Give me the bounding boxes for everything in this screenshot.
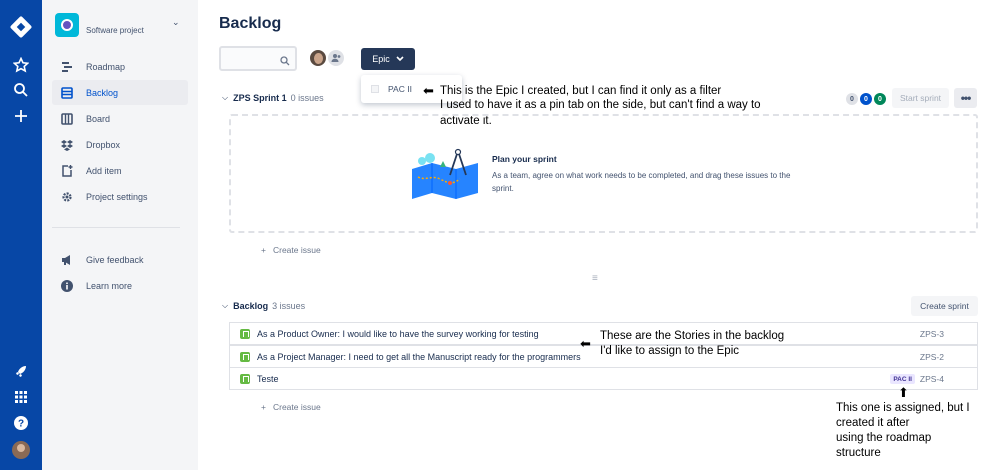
annotation-arrow-left-icon: ⬅ — [580, 336, 591, 351]
sprint-header[interactable]: ⌵ ZPS Sprint 1 0 issues — [222, 93, 324, 103]
done-count-badge: 0 — [874, 93, 886, 105]
issue-key[interactable]: ZPS-3 — [920, 329, 944, 339]
sidebar-item-project-settings[interactable]: Project settings — [52, 184, 188, 209]
create-plus-icon[interactable] — [11, 106, 31, 126]
search-icon — [280, 53, 290, 66]
plan-sprint-description: As a team, agree on what work needs to b… — [492, 171, 791, 193]
issue-key[interactable]: ZPS-2 — [920, 352, 944, 362]
sidebar-item-label: Board — [86, 113, 111, 124]
plus-icon: + — [261, 402, 266, 412]
app-switcher-icon[interactable] — [11, 387, 31, 407]
annotation-assigned-line3: using the roadmap — [836, 432, 932, 444]
megaphone-icon — [60, 253, 74, 267]
annotation-arrow-up-icon: ⬆ — [898, 385, 909, 400]
plan-sprint-title: Plan your sprint — [492, 154, 557, 164]
issue-summary: As a Project Manager: I need to get all … — [257, 351, 581, 362]
svg-text:?: ? — [18, 419, 24, 430]
help-icon[interactable]: ? — [11, 413, 31, 433]
plus-icon: + — [261, 245, 266, 255]
annotation-assigned-line1: This one is assigned, but I — [836, 402, 970, 414]
project-avatar[interactable] — [55, 13, 79, 37]
backlog-issue-count: 3 issues — [272, 301, 306, 311]
epic-option-label[interactable]: PAC II — [388, 84, 412, 94]
sidebar-item-backlog[interactable]: Backlog — [52, 80, 188, 105]
chevron-down-icon — [396, 54, 404, 64]
sidebar-item-board[interactable]: Board — [52, 106, 188, 131]
start-sprint-button[interactable]: Start sprint — [892, 88, 949, 108]
table-row[interactable]: Teste PAC II ZPS-4 — [229, 367, 978, 390]
rocket-icon[interactable] — [11, 361, 31, 381]
plan-sprint-illustration — [410, 147, 480, 199]
backlog-icon — [60, 86, 74, 100]
sidebar-item-label: Backlog — [86, 87, 119, 98]
sidebar-item-label: Roadmap — [86, 61, 126, 72]
in-progress-count-badge: 0 — [860, 93, 872, 105]
sidebar-item-roadmap[interactable]: Roadmap — [52, 54, 188, 79]
sidebar-divider — [52, 227, 180, 228]
chevron-down-icon[interactable]: ⌄ — [172, 17, 180, 28]
issue-summary: As a Product Owner: I would like to have… — [257, 328, 539, 339]
annotation-stories-line1: These are the Stories in the backlog — [600, 330, 785, 342]
page-title: Backlog — [219, 15, 282, 32]
annotation-epic-line1: This is the Epic I created, but I can fi… — [440, 85, 722, 97]
sprint-name: ZPS Sprint 1 — [233, 93, 287, 103]
search-icon[interactable] — [11, 80, 31, 100]
backlog-header[interactable]: ⌵ Backlog 3 issues — [222, 301, 305, 311]
annotation-stories-line2: I'd like to assign to the Epic — [600, 345, 739, 357]
backlog-name: Backlog — [233, 301, 269, 311]
settings-icon — [60, 190, 74, 204]
roadmap-icon — [60, 60, 74, 74]
annotation-assigned-line4: structure — [836, 447, 881, 459]
annotation-arrow-left-icon: ⬅ — [423, 83, 434, 98]
epic-filter-label: Epic — [372, 54, 390, 64]
create-issue-label: Create issue — [272, 245, 321, 255]
project-name[interactable]: Software project — [86, 26, 144, 35]
more-actions-button[interactable]: ••• — [954, 88, 977, 108]
sidebar-item-learn-more[interactable]: Learn more — [52, 273, 188, 298]
sidebar-item-label: Learn more — [86, 280, 133, 291]
drag-handle-icon[interactable]: ≡ — [592, 273, 598, 284]
assignee-avatar[interactable] — [308, 48, 328, 68]
story-icon — [240, 328, 250, 339]
sidebar-item-label: Add item — [86, 165, 122, 176]
chevron-down-icon[interactable]: ⌵ — [222, 301, 228, 311]
story-icon — [240, 351, 250, 362]
add-item-icon — [60, 164, 74, 178]
issue-summary: Teste — [257, 373, 279, 384]
story-icon — [240, 373, 250, 384]
create-sprint-button[interactable]: Create sprint — [911, 296, 978, 316]
search-input[interactable] — [219, 46, 297, 71]
dropbox-icon — [60, 138, 74, 152]
global-nav: ? — [0, 0, 42, 470]
epic-option-checkbox[interactable] — [371, 85, 379, 93]
annotation-assigned-line2: created it after — [836, 417, 910, 429]
sidebar-item-dropbox[interactable]: Dropbox — [52, 132, 188, 157]
chevron-down-icon[interactable]: ⌵ — [222, 93, 228, 103]
sidebar-item-give-feedback[interactable]: Give feedback — [52, 247, 188, 272]
jira-logo-icon[interactable] — [9, 15, 33, 39]
user-avatar[interactable] — [12, 441, 30, 459]
board-icon — [60, 112, 74, 126]
epic-filter-button[interactable]: Epic — [361, 48, 415, 70]
info-icon — [60, 279, 74, 293]
epic-lozenge: PAC II — [890, 374, 915, 384]
sidebar-item-label: Dropbox — [86, 139, 121, 150]
create-issue-button[interactable]: + Create issue — [261, 402, 321, 412]
create-issue-button[interactable]: + Create issue — [261, 245, 321, 255]
sprint-issue-count: 0 issues — [290, 93, 324, 103]
star-icon[interactable] — [11, 55, 31, 75]
issue-key[interactable]: ZPS-4 — [920, 374, 944, 384]
sidebar-item-label: Give feedback — [86, 254, 144, 265]
annotation-epic-line2: I used to have it as a pin tab on the si… — [440, 99, 761, 111]
sidebar-item-label: Project settings — [86, 191, 148, 202]
add-people-icon[interactable] — [326, 48, 346, 68]
create-issue-label: Create issue — [272, 402, 321, 412]
sidebar-item-add-item[interactable]: Add item — [52, 158, 188, 183]
todo-count-badge: 0 — [846, 93, 858, 105]
